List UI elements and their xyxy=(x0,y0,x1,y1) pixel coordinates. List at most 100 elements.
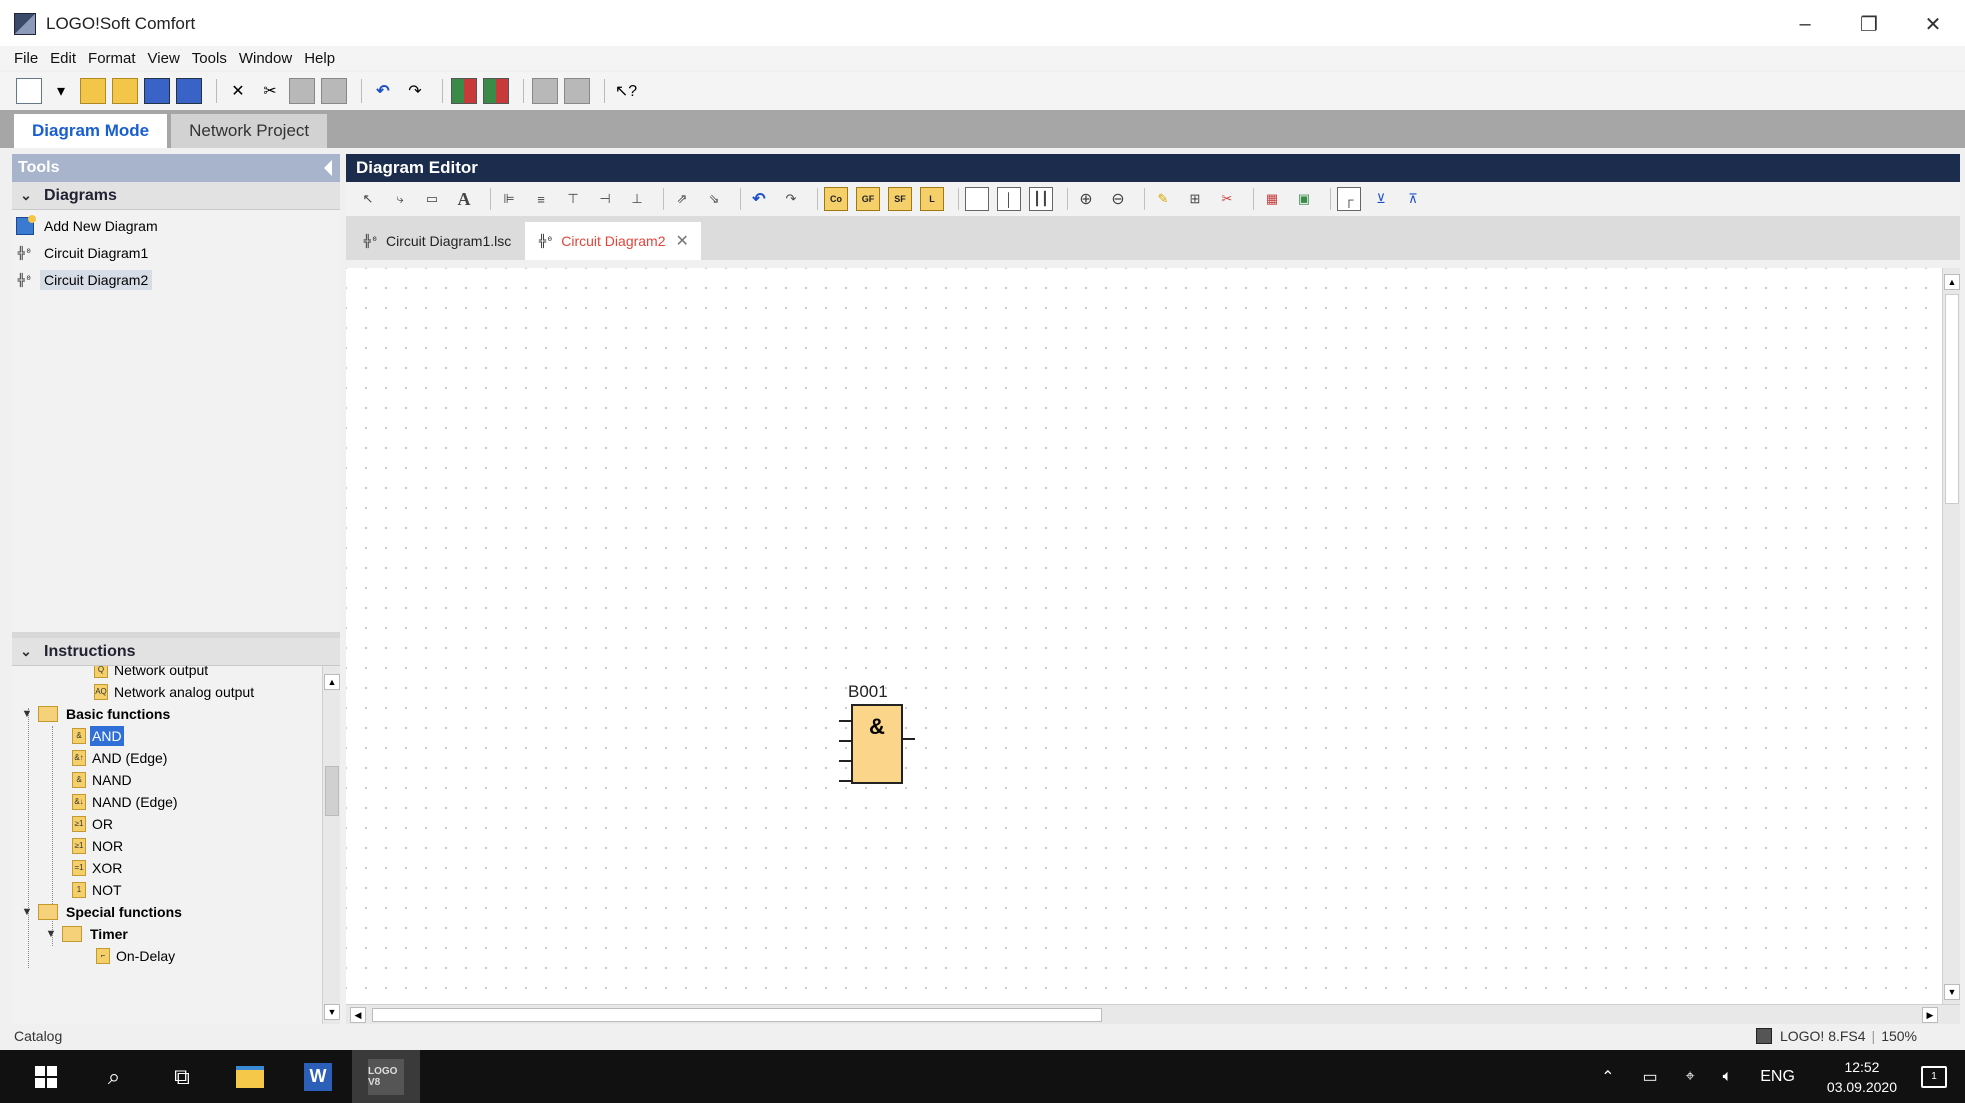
undo-icon[interactable]: ↶ xyxy=(747,187,771,211)
connect-tool-icon[interactable]: ⤷ xyxy=(388,187,412,211)
new-dropdown-icon[interactable]: ▾ xyxy=(48,78,74,104)
two-pane-icon[interactable]: │ xyxy=(997,187,1021,211)
diagram-item-circuit-diagram2[interactable]: ╬⁰ Circuit Diagram2 xyxy=(12,266,340,293)
zoom-in-icon[interactable]: ⊕ xyxy=(1074,187,1098,211)
window-cascade-icon[interactable] xyxy=(564,78,590,104)
redo-icon[interactable]: ↷ xyxy=(779,187,803,211)
tab-diagram-mode[interactable]: Diagram Mode xyxy=(14,114,168,148)
collapse-icon[interactable]: ⊼ xyxy=(1401,187,1425,211)
expand-icon[interactable]: ⊻ xyxy=(1369,187,1393,211)
add-new-diagram[interactable]: Add New Diagram xyxy=(12,212,340,239)
save-icon[interactable] xyxy=(144,78,170,104)
close-button[interactable]: ✕ xyxy=(1901,0,1965,48)
notification-icon[interactable]: 1 xyxy=(1921,1065,1947,1088)
scroll-left-icon[interactable]: ◀ xyxy=(350,1007,366,1023)
delete-icon[interactable]: ✕ xyxy=(225,78,251,104)
instructions-vertical-scrollbar[interactable]: ▲ ▼ xyxy=(322,666,340,1028)
and-function-block[interactable]: & xyxy=(851,704,903,784)
collapse-left-icon[interactable] xyxy=(324,160,332,176)
select-tool-icon[interactable]: ↖ xyxy=(356,187,380,211)
tab-network-project[interactable]: Network Project xyxy=(171,114,328,148)
constants-icon[interactable]: ▭ xyxy=(420,187,444,211)
logo-to-pc-icon[interactable] xyxy=(483,78,509,104)
scroll-right-icon[interactable]: ▶ xyxy=(1922,1007,1938,1023)
copy-icon[interactable] xyxy=(289,78,315,104)
basic-functions-gf-icon[interactable]: GF xyxy=(856,187,880,211)
ladder-l-icon[interactable]: L xyxy=(920,187,944,211)
open-file-icon[interactable] xyxy=(80,78,106,104)
expand-arrow-icon[interactable]: ▼ xyxy=(20,905,34,919)
online-test-icon[interactable]: ▣ xyxy=(1292,187,1316,211)
chevron-down-icon[interactable]: ⌄ xyxy=(18,643,34,660)
task-view-icon[interactable]: ⧉ xyxy=(148,1050,216,1103)
scroll-down-icon[interactable]: ▼ xyxy=(324,1004,340,1020)
word-button[interactable]: W xyxy=(284,1050,352,1103)
single-pane-icon[interactable] xyxy=(965,187,989,211)
new-file-icon[interactable] xyxy=(16,78,42,104)
chevron-down-icon[interactable]: ⌄ xyxy=(18,187,34,204)
three-pane-icon[interactable]: ┃┃ xyxy=(1029,187,1053,211)
scroll-thumb[interactable] xyxy=(325,766,339,816)
distribute-h-icon[interactable]: ⊣ xyxy=(593,187,617,211)
special-functions-sf-icon[interactable]: SF xyxy=(888,187,912,211)
network-icon[interactable]: ⌖ xyxy=(1686,1068,1695,1086)
battery-icon[interactable]: ▭ xyxy=(1643,1067,1658,1087)
paste-icon[interactable] xyxy=(321,78,347,104)
logosoft-button[interactable]: LOGO V8 xyxy=(352,1050,420,1103)
print-icon[interactable] xyxy=(176,78,202,104)
close-tab-icon[interactable]: ✕ xyxy=(676,231,689,251)
menu-help[interactable]: Help xyxy=(304,50,335,67)
menu-tools[interactable]: Tools xyxy=(192,50,227,67)
join-connection-icon[interactable]: ⇘ xyxy=(702,187,726,211)
expand-arrow-icon[interactable]: ▼ xyxy=(20,707,34,721)
window-tile-icon[interactable] xyxy=(532,78,558,104)
scroll-thumb[interactable] xyxy=(372,1008,1102,1022)
file-explorer-button[interactable] xyxy=(216,1050,284,1103)
scroll-up-icon[interactable]: ▲ xyxy=(324,674,340,690)
canvas-horizontal-scrollbar[interactable]: ◀ ▶ xyxy=(346,1004,1960,1024)
menu-file[interactable]: File xyxy=(14,50,38,67)
align-top-icon[interactable]: ⊤ xyxy=(561,187,585,211)
expand-arrow-icon[interactable]: ▼ xyxy=(44,927,58,941)
scroll-down-icon[interactable]: ▼ xyxy=(1944,984,1960,1000)
cut-icon[interactable]: ✂ xyxy=(257,78,283,104)
open-recent-icon[interactable] xyxy=(112,78,138,104)
diagrams-section-header[interactable]: ⌄ Diagrams xyxy=(12,182,340,210)
restore-button[interactable]: ❐ xyxy=(1837,0,1901,48)
search-icon[interactable]: ⌕ xyxy=(80,1050,148,1103)
diagram-canvas[interactable]: B001 & xyxy=(346,268,1942,1004)
text-tool-icon[interactable]: A xyxy=(452,187,476,211)
page-layout-icon[interactable]: ┌ xyxy=(1337,187,1361,211)
constants-co-icon[interactable]: Co xyxy=(824,187,848,211)
diagram-item-circuit-diagram1[interactable]: ╬⁰ Circuit Diagram1 xyxy=(12,239,340,266)
align-center-icon[interactable]: ≡ xyxy=(529,187,553,211)
tab-circuit-diagram2[interactable]: ╬⁰ Circuit Diagram2 ✕ xyxy=(525,222,701,260)
highlight-icon[interactable]: ✎ xyxy=(1151,187,1175,211)
start-button[interactable] xyxy=(12,1050,80,1103)
minimize-button[interactable]: – xyxy=(1773,0,1837,48)
block-output-pin[interactable] xyxy=(901,738,915,740)
menu-view[interactable]: View xyxy=(148,50,180,67)
split-connection-icon[interactable]: ⇗ xyxy=(670,187,694,211)
language-indicator[interactable]: ENG xyxy=(1760,1068,1795,1086)
clock[interactable]: 12:52 03.09.2020 xyxy=(1827,1057,1897,1097)
volume-icon[interactable]: 🔈︎ xyxy=(1723,1068,1733,1086)
canvas-vertical-scrollbar[interactable]: ▲ ▼ xyxy=(1942,268,1960,1004)
simulation-icon[interactable]: ▦ xyxy=(1260,187,1284,211)
redo-icon[interactable]: ↷ xyxy=(402,78,428,104)
menu-window[interactable]: Window xyxy=(239,50,292,67)
tab-circuit-diagram1[interactable]: ╬⁰ Circuit Diagram1.lsc xyxy=(350,222,524,260)
distribute-v-icon[interactable]: ⊥ xyxy=(625,187,649,211)
grid-icon[interactable]: ⊞ xyxy=(1183,187,1207,211)
align-left-icon[interactable]: ⊫ xyxy=(497,187,521,211)
menu-edit[interactable]: Edit xyxy=(50,50,76,67)
context-help-icon[interactable]: ↖? xyxy=(613,78,639,104)
zoom-out-icon[interactable]: ⊖ xyxy=(1106,187,1130,211)
instructions-section-header[interactable]: ⌄ Instructions xyxy=(12,638,340,666)
tree-item-on-delay[interactable]: ⌐ On-Delay xyxy=(96,942,177,969)
chevron-up-icon[interactable]: ⌃ xyxy=(1601,1067,1614,1087)
scroll-up-icon[interactable]: ▲ xyxy=(1944,274,1960,290)
undo-icon[interactable]: ↶ xyxy=(370,78,396,104)
scroll-thumb[interactable] xyxy=(1945,294,1959,504)
menu-format[interactable]: Format xyxy=(88,50,136,67)
